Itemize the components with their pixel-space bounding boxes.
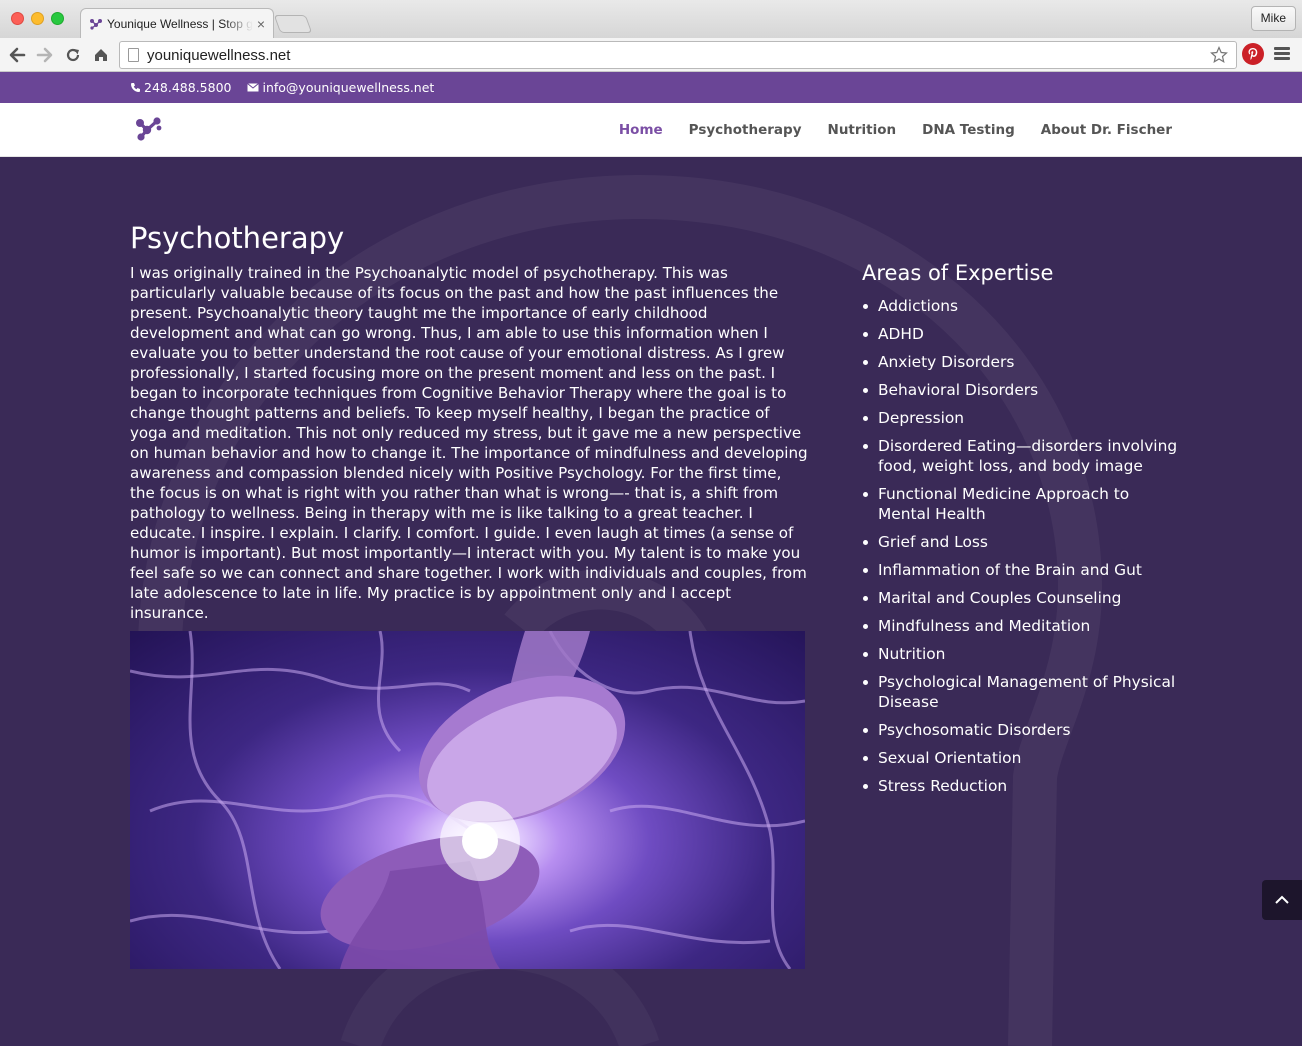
address-bar[interactable]: youniquewellness.net xyxy=(119,41,1237,69)
expertise-item: Grief and Loss xyxy=(862,532,1182,552)
forward-arrow-icon[interactable] xyxy=(33,43,57,67)
minimize-window-button[interactable] xyxy=(31,12,44,25)
nav-home[interactable]: Home xyxy=(619,122,663,138)
expertise-item: Marital and Couples Counseling xyxy=(862,588,1182,608)
webpage: 248.488.5800 info@youniquewellness.net H… xyxy=(0,72,1302,1046)
profile-button[interactable]: Mike xyxy=(1250,6,1296,31)
email-address: info@youniquewellness.net xyxy=(262,80,435,95)
nav-about[interactable]: About Dr. Fischer xyxy=(1041,122,1172,138)
chevron-up-icon xyxy=(1275,895,1289,904)
pinterest-icon[interactable] xyxy=(1242,43,1264,65)
expertise-item: Behavioral Disorders xyxy=(862,380,1182,400)
expertise-item: Psychosomatic Disorders xyxy=(862,720,1182,740)
nav-psychotherapy[interactable]: Psychotherapy xyxy=(689,122,802,138)
expertise-item: Depression xyxy=(862,408,1182,428)
phone-link[interactable]: 248.488.5800 xyxy=(130,80,231,95)
phone-icon xyxy=(131,83,140,92)
sidebar-title: Areas of Expertise xyxy=(862,261,1054,285)
tab-title: Younique Wellness | Stop g xyxy=(107,16,253,31)
page-title: Psychotherapy xyxy=(130,221,345,255)
expertise-item: Nutrition xyxy=(862,644,1182,664)
reload-icon[interactable] xyxy=(61,43,85,67)
expertise-item: ADHD xyxy=(862,324,1182,344)
expertise-item: Stress Reduction xyxy=(862,776,1182,796)
envelope-icon xyxy=(247,83,260,92)
expertise-item: Functional Medicine Approach to Mental H… xyxy=(862,484,1182,524)
intro-paragraph: I was originally trained in the Psychoan… xyxy=(130,264,808,622)
site-header: Home Psychotherapy Nutrition DNA Testing… xyxy=(0,103,1302,157)
psychotherapy-section: Psychotherapy I was originally trained i… xyxy=(0,157,1302,1046)
browser-tab-strip: Younique Wellness | Stop g × Mike xyxy=(0,0,1302,38)
star-icon[interactable] xyxy=(1208,44,1230,66)
phone-number: 248.488.5800 xyxy=(144,80,232,95)
url-text[interactable]: youniquewellness.net xyxy=(147,47,1208,64)
expertise-list: Addictions ADHD Anxiety Disorders Behavi… xyxy=(862,296,1182,796)
content-column: Psychotherapy I was originally trained i… xyxy=(130,221,810,623)
expertise-sidebar: Areas of Expertise Addictions ADHD Anxie… xyxy=(862,261,1182,804)
maximize-window-button[interactable] xyxy=(51,12,64,25)
hamburger-menu-icon[interactable] xyxy=(1272,45,1292,65)
page-icon xyxy=(128,48,139,62)
site-favicon-icon xyxy=(90,18,102,30)
contact-bar: 248.488.5800 info@youniquewellness.net xyxy=(0,72,1302,103)
expertise-item: Psychological Management of Physical Dis… xyxy=(862,672,1182,712)
neuron-synapse-image xyxy=(130,631,805,969)
home-icon[interactable] xyxy=(89,43,113,67)
back-arrow-icon[interactable] xyxy=(5,43,29,67)
site-logo[interactable] xyxy=(133,115,165,143)
scroll-to-top-button[interactable] xyxy=(1262,880,1302,920)
tab-close-icon[interactable]: × xyxy=(257,16,265,32)
main-nav: Home Psychotherapy Nutrition DNA Testing… xyxy=(593,103,1172,157)
synapse-illustration xyxy=(130,631,805,969)
expertise-item: Inflammation of the Brain and Gut xyxy=(862,560,1182,580)
email-link[interactable]: info@youniquewellness.net xyxy=(247,80,434,95)
expertise-item: Anxiety Disorders xyxy=(862,352,1182,372)
expertise-item: Mindfulness and Meditation xyxy=(862,616,1182,636)
expertise-item: Disordered Eating—disorders involving fo… xyxy=(862,436,1182,476)
expertise-item: Sexual Orientation xyxy=(862,748,1182,768)
close-window-button[interactable] xyxy=(11,12,24,25)
nav-dna-testing[interactable]: DNA Testing xyxy=(922,122,1015,138)
nav-nutrition[interactable]: Nutrition xyxy=(828,122,897,138)
expertise-item: Addictions xyxy=(862,296,1182,316)
browser-tab[interactable]: Younique Wellness | Stop g × xyxy=(80,8,274,38)
browser-toolbar: youniquewellness.net xyxy=(0,38,1302,72)
new-tab-button[interactable] xyxy=(273,15,313,33)
